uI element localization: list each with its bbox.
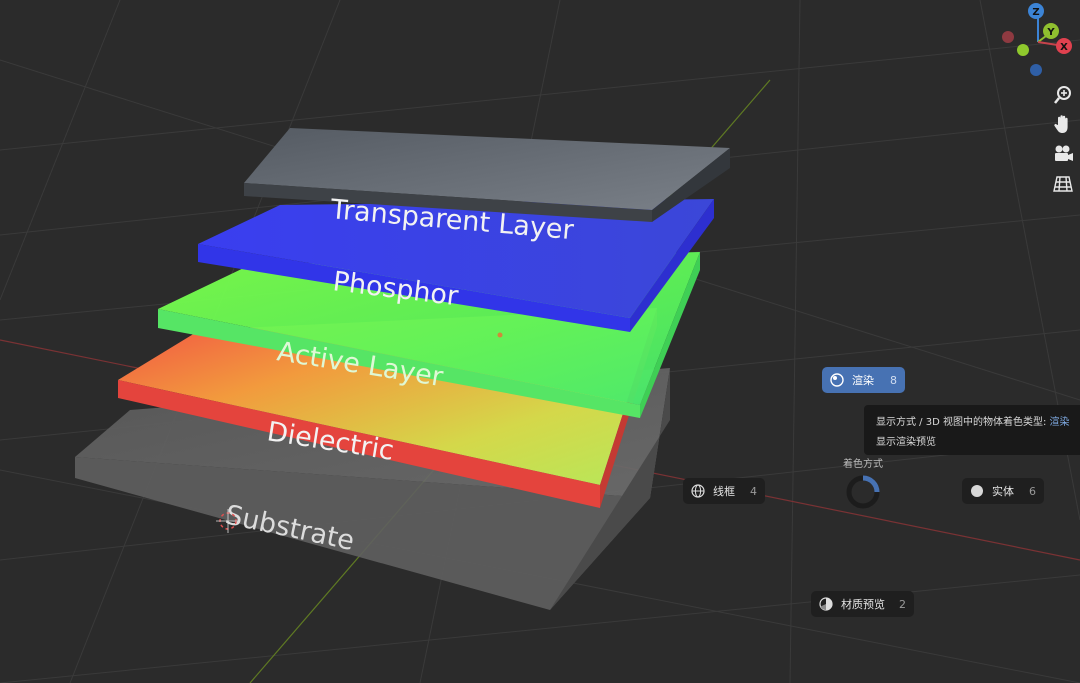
pie-menu-title: 着色方式 <box>843 459 883 470</box>
gizmo-neg-z[interactable] <box>1030 64 1042 76</box>
gizmo-neg-y[interactable] <box>1017 44 1029 56</box>
pan-hand-icon[interactable] <box>1052 113 1074 135</box>
wireframe-globe-icon <box>691 484 705 498</box>
svg-text:X: X <box>1060 42 1068 53</box>
3d-viewport[interactable]: Transparent Layer Phosphor Active Layer … <box>0 0 1080 683</box>
camera-icon[interactable] <box>1052 143 1074 165</box>
material-preview-shortcut: 2 <box>899 597 906 611</box>
render-sphere-icon <box>830 373 844 387</box>
zoom-icon[interactable] <box>1052 84 1074 106</box>
material-preview-shading-button[interactable]: 材质预览 2 <box>811 591 914 617</box>
solid-shading-button[interactable]: 实体 6 <box>962 478 1044 504</box>
render-label: 渲染 <box>852 374 874 387</box>
gizmo-neg-x[interactable] <box>1002 31 1014 43</box>
pie-direction-indicator <box>846 475 880 509</box>
svg-text:Y: Y <box>1046 27 1055 38</box>
wireframe-shading-button[interactable]: 线框 4 <box>683 478 765 504</box>
material-preview-icon <box>819 597 833 611</box>
svg-text:Z: Z <box>1032 7 1039 18</box>
solid-sphere-icon <box>971 485 983 497</box>
tooltip-line2: 显示渲染预览 <box>876 437 936 448</box>
tooltip-value: 渲染 <box>1049 417 1070 428</box>
render-shading-button[interactable]: 渲染 8 <box>822 367 905 393</box>
gizmo-z[interactable]: Z <box>1028 3 1044 19</box>
tooltip: 显示方式 / 3D 视图中的物体着色类型: 渲染 显示渲染预览 <box>864 405 1080 455</box>
wireframe-label: 线框 <box>713 485 735 498</box>
solid-label: 实体 <box>992 485 1014 498</box>
tooltip-line1: 显示方式 / 3D 视图中的物体着色类型: <box>876 417 1050 428</box>
gizmo-x[interactable]: X <box>1056 38 1072 54</box>
grid-icon[interactable] <box>1052 173 1074 195</box>
object-origin <box>497 332 503 338</box>
material-preview-label: 材质预览 <box>841 598 885 611</box>
solid-shortcut: 6 <box>1029 484 1036 498</box>
gizmo-y[interactable]: Y <box>1043 23 1059 39</box>
navigation-gizmo[interactable]: Z Y X <box>996 2 1078 82</box>
render-shortcut: 8 <box>890 373 897 387</box>
wireframe-shortcut: 4 <box>750 484 757 498</box>
